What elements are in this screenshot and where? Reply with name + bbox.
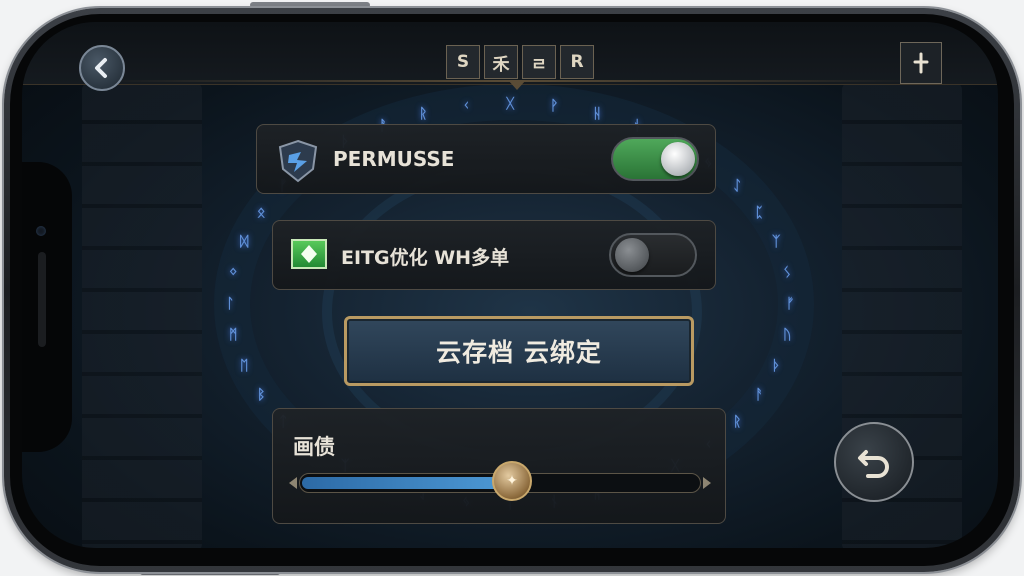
setting-row-optimization: ЕITG优化 WH多单 bbox=[272, 220, 716, 290]
setting-row-permusse: PERMUSSE bbox=[256, 124, 716, 194]
slider-right-arrow-icon bbox=[703, 477, 711, 489]
rune-glyph: ᛊ bbox=[783, 265, 792, 281]
rune-glyph: ᛉ bbox=[772, 234, 781, 250]
tab-2[interactable]: 禾 bbox=[484, 45, 518, 79]
rune-glyph: ᛇ bbox=[733, 178, 742, 194]
cloud-save-bind-button[interactable]: 云存档 云绑定 bbox=[344, 316, 694, 386]
graphics-quality-panel: 画债 ✦ bbox=[272, 408, 726, 524]
rune-glyph: ᛟ bbox=[257, 205, 266, 221]
rune-glyph: ᛗ bbox=[229, 327, 238, 343]
rune-glyph: ᚲ bbox=[462, 98, 471, 114]
rune-glyph: ᚨ bbox=[755, 387, 764, 403]
gem-icon bbox=[291, 239, 327, 269]
rune-glyph: ᛈ bbox=[755, 205, 764, 221]
quality-slider-handle[interactable]: ✦ bbox=[492, 461, 532, 501]
rune-glyph: ᚠ bbox=[786, 296, 795, 312]
rune-glyph: ᚱ bbox=[733, 414, 742, 430]
quality-title: 画债 bbox=[293, 435, 335, 459]
rune-glyph: ᚺ bbox=[593, 106, 602, 122]
rune-glyph: ᚹ bbox=[550, 98, 559, 114]
setting-label-permusse: PERMUSSE bbox=[333, 147, 455, 171]
phone-notch bbox=[22, 162, 72, 452]
rune-glyph: ᚷ bbox=[506, 96, 515, 112]
slider-left-arrow-icon bbox=[289, 477, 297, 489]
permusse-toggle[interactable] bbox=[611, 137, 699, 181]
rune-glyph: ᛞ bbox=[240, 234, 249, 250]
shield-icon bbox=[278, 139, 318, 183]
setting-label-optimization: ЕITG优化 WH多单 bbox=[341, 247, 510, 269]
rune-glyph: ᛚ bbox=[226, 296, 235, 312]
tab-pointer bbox=[508, 80, 526, 90]
tab-1[interactable]: S bbox=[446, 45, 480, 79]
cloud-save-label: 云存档 云绑定 bbox=[436, 338, 602, 367]
tab-3[interactable]: ㄹ bbox=[522, 45, 556, 79]
back-arrow-icon bbox=[95, 58, 107, 78]
speaker-grille bbox=[38, 252, 46, 347]
quality-slider-fill bbox=[302, 477, 513, 489]
camera-icon bbox=[36, 226, 46, 236]
optimization-toggle[interactable] bbox=[609, 233, 697, 277]
rune-glyph: ᛒ bbox=[257, 387, 266, 403]
dagger-icon bbox=[913, 52, 929, 74]
rune-glyph: ᛜ bbox=[229, 265, 238, 281]
rune-glyph: ᚱ bbox=[419, 106, 428, 122]
rune-glyph: ᚢ bbox=[783, 327, 792, 343]
tab-4[interactable]: R bbox=[560, 45, 594, 79]
toggle-knob bbox=[661, 142, 695, 176]
undo-icon bbox=[858, 450, 889, 478]
back-button[interactable] bbox=[79, 45, 125, 91]
menu-button[interactable] bbox=[900, 42, 942, 84]
stone-pillar-left bbox=[82, 82, 202, 548]
rune-glyph: ᛖ bbox=[240, 358, 249, 374]
rune-glyph: ᚦ bbox=[772, 358, 781, 374]
undo-button[interactable] bbox=[834, 422, 914, 502]
tab-bar: S 禾 ㄹ R bbox=[446, 45, 594, 79]
game-screen: ᚠᚢᚦᚨᚱᚲᚷᚹᚺᚾᛁᛃᛇᛈᛉᛊᛏᛒᛖᛗᛚᛜᛞᛟᚠᚢᚦᚨᚱᚲᚷᚹᚺᚾᛁᛃᛇᛈᛉᛊ… bbox=[22, 22, 998, 548]
toggle-knob bbox=[615, 238, 649, 272]
